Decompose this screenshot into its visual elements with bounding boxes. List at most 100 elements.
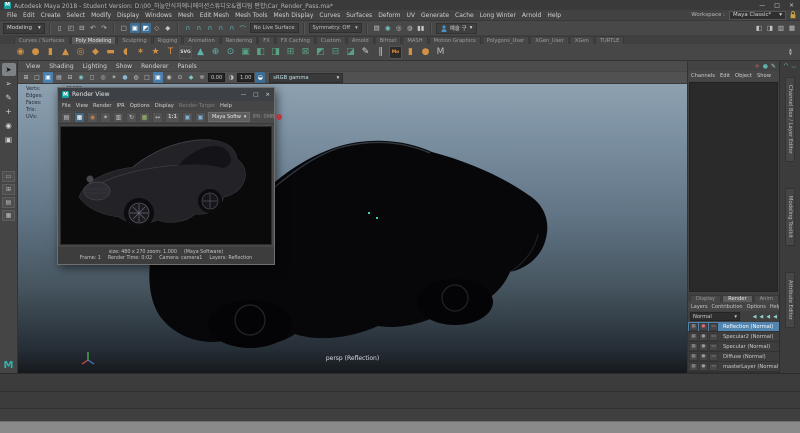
panel-layout-button[interactable]: ⊞ [2, 184, 15, 195]
workspace-select[interactable]: Maya Classic* ▾ [729, 11, 786, 20]
menu-item[interactable]: File [4, 12, 20, 19]
shelf-tool-icon[interactable]: ⊟ [329, 46, 342, 59]
shelf-tool-icon[interactable]: ● [29, 46, 42, 59]
channel-box-menu-item[interactable]: Object [735, 73, 752, 79]
exposure-field[interactable]: 0.00 [208, 73, 225, 82]
shelf-tool-icon[interactable]: ∥ [374, 46, 387, 59]
chevron-down-icon[interactable]: ▼ [789, 52, 792, 56]
viewport-toolbar-icon[interactable]: ◉ [76, 72, 86, 83]
shelf-tab[interactable]: TURTLE [595, 36, 625, 44]
shelf-tab[interactable]: FX Caching [276, 36, 315, 44]
shelf-tab[interactable]: Curves / Surfaces [14, 36, 70, 44]
menu-item[interactable]: Arnold [519, 12, 544, 19]
layer-visibility-toggle[interactable]: ▦ [689, 343, 698, 351]
layer-action-icon[interactable]: ◀ [773, 314, 777, 320]
shelf-tool-icon[interactable]: ⊕ [209, 46, 222, 59]
shelf-tab[interactable]: Custom [316, 36, 346, 44]
shelf-tab[interactable]: Rendering [221, 36, 258, 44]
file-action-icon[interactable]: ↷ [99, 23, 109, 33]
shelf-tab[interactable]: XGen [570, 36, 594, 44]
live-surface-field[interactable]: No Live Surface [250, 23, 299, 33]
color-management-icon[interactable]: ◒ [255, 72, 265, 83]
layer-renderable-toggle[interactable]: ● [699, 333, 708, 341]
shelf-tool-icon[interactable]: ◩ [314, 46, 327, 59]
sidebar-vertical-tab[interactable]: Attribute Editor [785, 272, 795, 328]
render-view-toolbar-icon[interactable]: ▤ [61, 112, 72, 123]
window-control-button[interactable]: × [789, 2, 794, 9]
render-action-icon[interactable]: ▮▮ [416, 23, 426, 33]
channel-box-icon[interactable]: ✛ [755, 63, 760, 70]
window-control-button[interactable]: □ [774, 2, 780, 9]
channel-box-icon[interactable]: ● [763, 63, 768, 70]
shelf-tool-icon[interactable]: ◧ [254, 46, 267, 59]
layer-editor-menu-item[interactable]: Layers [691, 304, 708, 310]
layer-editor-tab[interactable]: Render [722, 295, 752, 302]
shelf-tool-icon[interactable]: ✶ [134, 46, 147, 59]
layer-renderable-toggle[interactable]: ● [699, 343, 708, 351]
menu-item[interactable]: Help [544, 12, 564, 19]
toolbox-tool-button[interactable]: ✎ [2, 91, 16, 104]
snap-icon[interactable]: ∩ [183, 23, 193, 33]
shelf-tool-icon[interactable]: ◉ [14, 46, 27, 59]
viewport-toolbar-icon[interactable]: □ [32, 72, 42, 83]
shelf-tool-icon[interactable]: ▲ [194, 46, 207, 59]
toolbox-tool-button[interactable]: + [2, 105, 16, 118]
render-view-toolbar-icon[interactable]: ↻ [126, 112, 137, 123]
user-account-select[interactable]: 예술 구 ▾ [436, 23, 478, 34]
render-view-menu-item[interactable]: Render Target [179, 103, 215, 109]
window-control-button[interactable]: — [759, 2, 765, 9]
shelf-tab[interactable]: Animation [183, 36, 219, 44]
shelf-tab[interactable]: Sculpting [117, 36, 151, 44]
viewport-menu-item[interactable]: Show [116, 63, 132, 70]
shelf-tool-icon[interactable]: ◨ [269, 46, 282, 59]
render-view-toolbar-icon[interactable]: ▣ [195, 112, 206, 123]
sidebar-vertical-tab[interactable]: Channel Box / Layer Editor [785, 77, 795, 162]
render-view-toolbar-icon[interactable]: ✶ [100, 112, 111, 123]
viewport-toolbar-icon[interactable]: ◆ [186, 72, 196, 83]
menu-item[interactable]: Surfaces [343, 12, 375, 19]
selection-mask-icon[interactable]: ◇ [152, 23, 162, 33]
panel-toggle-icon[interactable]: ◧ [754, 23, 764, 33]
shelf-tool-icon[interactable]: ▮ [44, 46, 57, 59]
shelf-tab[interactable]: Motion Graphics [429, 36, 481, 44]
render-view-toolbar-icon[interactable]: ▥ [113, 112, 124, 123]
shelf-tool-icon[interactable]: ◪ [344, 46, 357, 59]
menu-set-select[interactable]: Modeling ▾ [3, 23, 45, 34]
layer-renderable-toggle[interactable]: ● [699, 353, 708, 361]
panel-layout-button[interactable]: ▤ [2, 197, 15, 208]
render-view-toolbar-icon[interactable]: ▣ [182, 112, 193, 123]
render-view-menu-item[interactable]: File [62, 103, 71, 109]
render-view-toolbar-icon[interactable]: ◉ [87, 112, 98, 123]
menu-item[interactable]: Deform [375, 12, 403, 19]
viewport-menu-item[interactable]: View [26, 63, 40, 70]
file-action-icon[interactable]: ↶ [88, 23, 98, 33]
panel-toggle-icon[interactable]: ▦ [787, 23, 797, 33]
shelf-scroll-buttons[interactable]: ▲▼ [789, 48, 792, 56]
viewport-toolbar-icon[interactable]: ◻ [87, 72, 97, 83]
layer-visibility-toggle[interactable]: ▦ [689, 333, 698, 341]
blend-mode-select[interactable]: Normal ▾ [690, 312, 740, 321]
render-layer-row[interactable]: ▦ ● ▭ Diffuse (Normal) [688, 352, 779, 362]
menu-item[interactable]: Curves [316, 12, 343, 19]
shelf-tab[interactable]: MASH [402, 36, 427, 44]
shelf-tool-icon[interactable]: ◎ [74, 46, 87, 59]
shelf-tool-icon[interactable]: Mo [389, 46, 402, 59]
layer-visibility-toggle[interactable]: ▦ [689, 363, 698, 371]
file-action-icon[interactable]: ◰ [66, 23, 76, 33]
viewport-toolbar-icon[interactable]: ▣ [153, 72, 163, 83]
shelf-tool-icon[interactable]: SVG [179, 46, 192, 59]
render-view-menu-item[interactable]: Help [220, 103, 232, 109]
render-layer-row[interactable]: ▦ ● ▭ Specular2 (Normal) [688, 332, 779, 342]
sidebar-strip-icon[interactable]: ◠ [784, 63, 789, 73]
render-view-titlebar[interactable]: M Render View —□× [58, 88, 274, 101]
viewport-toolbar-icon[interactable]: □ [142, 72, 152, 83]
render-action-icon[interactable]: ◉ [383, 23, 393, 33]
layer-visibility-toggle[interactable]: ▦ [689, 323, 698, 331]
layer-editor-tab[interactable]: Display [690, 295, 721, 302]
layer-renderable-toggle[interactable]: ● [699, 323, 708, 331]
render-view-toolbar-icon[interactable]: ▦ [74, 112, 85, 123]
shelf-tool-icon[interactable]: ● [419, 46, 432, 59]
renderer-select[interactable]: Maya Softw ▾ [208, 112, 250, 122]
menu-item[interactable]: Long Winter [477, 12, 519, 19]
render-view-menu-item[interactable]: IPR [116, 103, 124, 109]
